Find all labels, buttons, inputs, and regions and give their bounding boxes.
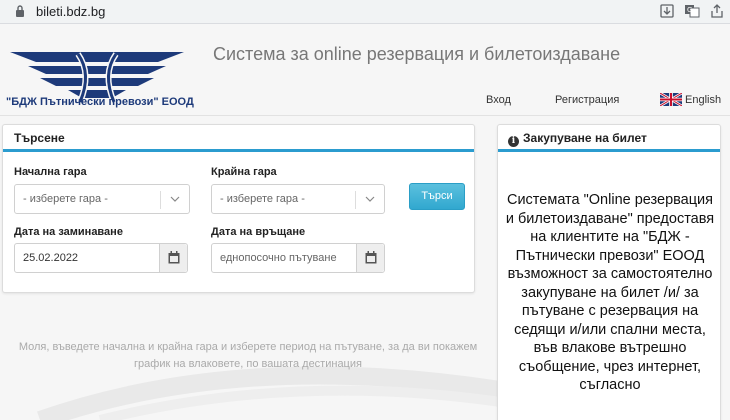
company-name: "БДЖ Пътнически превози" ЕООД <box>6 96 194 108</box>
to-station-select[interactable]: - изберете гара - <box>211 184 385 214</box>
ticket-info-panel: i Закупуване на билет Системата "Online р… <box>497 124 721 420</box>
share-icon[interactable] <box>709 3 725 19</box>
from-station-label: Начална гара <box>14 166 87 178</box>
browser-address-bar: bileti.bdz.bg G <box>0 0 730 24</box>
calendar-icon <box>365 251 377 264</box>
from-station-select[interactable]: - изберете гара - <box>14 184 190 214</box>
calendar-button[interactable] <box>159 244 187 272</box>
info-icon: i <box>508 136 519 147</box>
departure-date-input[interactable]: 25.02.2022 <box>14 243 188 273</box>
select-divider <box>160 191 161 209</box>
return-date-value: еднопосочно пътуване <box>220 252 337 264</box>
search-hint: Моля, въведете начална и крайна гара и и… <box>18 341 478 370</box>
download-icon[interactable] <box>659 3 675 19</box>
departure-date-value: 25.02.2022 <box>23 252 79 264</box>
to-station-value: - изберете гара - <box>220 193 305 205</box>
from-station-value: - изберете гара - <box>23 193 108 205</box>
ticket-info-title: Закупуване на билет <box>523 131 647 145</box>
calendar-icon <box>168 251 180 264</box>
url-text[interactable]: bileti.bdz.bg <box>36 4 105 19</box>
search-panel: Търсене Начална гара - изберете гара - К… <box>2 124 475 293</box>
calendar-button[interactable] <box>356 244 384 272</box>
translate-icon[interactable]: G <box>684 3 700 19</box>
uk-flag-icon[interactable] <box>660 93 682 106</box>
to-station-label: Крайна гара <box>211 166 277 178</box>
svg-text:G: G <box>687 6 692 14</box>
site-header: "БДЖ Пътнически превози" ЕООД Система за… <box>0 24 730 116</box>
departure-date-label: Дата на заминаване <box>14 226 123 238</box>
language-link[interactable]: English <box>685 94 721 106</box>
return-date-input[interactable]: еднопосочно пътуване <box>211 243 385 273</box>
search-panel-title: Търсене <box>3 125 474 152</box>
chevron-down-icon <box>170 196 180 202</box>
chevron-down-icon <box>365 196 375 202</box>
select-divider <box>355 191 356 209</box>
register-link[interactable]: Регистрация <box>555 94 619 106</box>
lock-icon <box>16 5 24 17</box>
return-date-label: Дата на връщане <box>211 226 306 238</box>
ticket-info-text: Системата "Online резервация и билетоизд… <box>505 192 715 393</box>
system-title: Система за online резервация и билетоизд… <box>213 44 621 64</box>
login-link[interactable]: Вход <box>486 94 511 106</box>
ticket-info-header: i Закупуване на билет <box>498 125 720 152</box>
search-button[interactable]: Търси <box>409 183 465 210</box>
